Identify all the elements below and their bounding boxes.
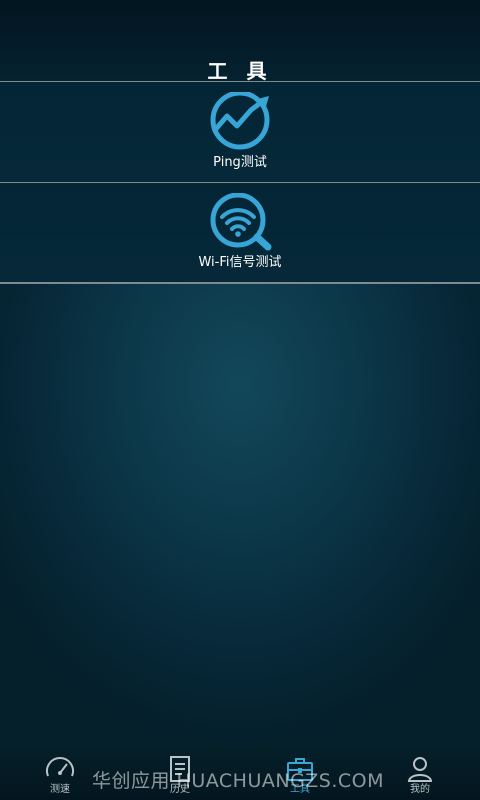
tool-item-ping[interactable]: Ping测试: [0, 82, 480, 182]
divider: [0, 282, 480, 284]
tool-label-wifi: Wi-Fi信号测试: [198, 255, 282, 270]
header-bar: 工 具: [0, 0, 480, 83]
watermark-text: 华创应用 HUACHUANGZS.COM: [92, 770, 385, 792]
tab-mine[interactable]: 我的: [372, 748, 468, 800]
wifi-search-icon: [210, 193, 272, 251]
tool-label-ping: Ping测试: [213, 155, 267, 170]
ping-chart-icon: [210, 92, 270, 150]
tab-label-mine: 我的: [410, 784, 430, 795]
tool-item-wifi[interactable]: Wi-Fi信号测试: [0, 183, 480, 283]
page-title: 工 具: [207, 59, 273, 83]
